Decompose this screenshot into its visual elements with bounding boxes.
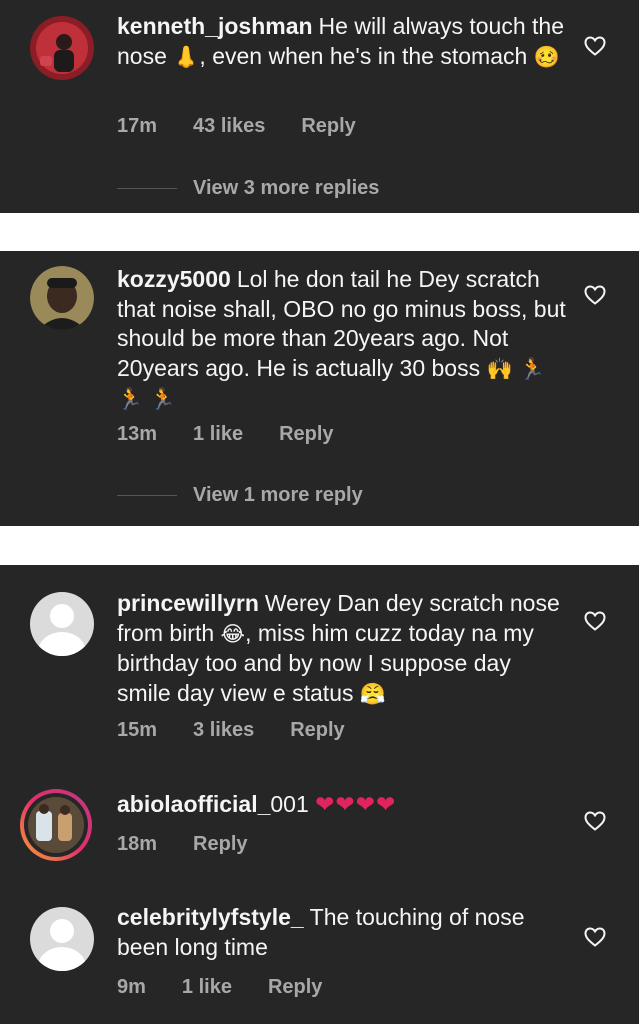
heart-outline-icon[interactable] [583, 34, 607, 58]
reply-button[interactable]: Reply [301, 115, 355, 138]
likes-count[interactable]: 43 likes [193, 115, 265, 138]
likes-count[interactable]: 1 like [193, 423, 243, 446]
comment-meta: 18m Reply [117, 833, 248, 856]
username[interactable]: abiolaofficial_ [117, 791, 270, 817]
reply-button[interactable]: Reply [268, 976, 322, 999]
avatar[interactable] [30, 16, 94, 80]
avatar-head-shape [50, 604, 74, 628]
avatar-story-ring[interactable] [20, 789, 92, 861]
heart-outline-icon[interactable] [583, 609, 607, 633]
comment-body-cont: , even when he's in the stomach [199, 42, 528, 69]
comment-meta: 15m 3 likes Reply [117, 719, 345, 742]
comment-text: kenneth_joshman He will always touch the … [117, 12, 567, 72]
view-more-replies[interactable]: View 3 more replies [117, 177, 379, 200]
avatar-head-shape [50, 919, 74, 943]
steam-nose-emoji-icon: 😤 [359, 681, 387, 706]
comment-meta: 13m 1 like Reply [117, 423, 334, 446]
timestamp: 15m [117, 719, 158, 741]
avatar[interactable] [30, 266, 94, 330]
comment-meta: 9m 1 like Reply [117, 976, 322, 999]
avatar-body-shape [38, 947, 86, 971]
avatar-placeholder[interactable] [30, 592, 94, 656]
comment-panel-2: kozzy5000 Lol he don tail he Dey scratch … [0, 251, 639, 526]
username[interactable]: kozzy5000 [117, 266, 231, 292]
comment-text: kozzy5000 Lol he don tail he Dey scratch … [117, 265, 567, 415]
timestamp: 9m [117, 976, 146, 998]
username[interactable]: celebritylyfstyle_ [117, 904, 304, 930]
view-more-replies[interactable]: View 1 more reply [117, 484, 363, 507]
comment-text: princewillyrn Werey Dan dey scratch nose … [117, 589, 567, 709]
comment-panel-1: kenneth_joshman He will always touch the … [0, 0, 639, 213]
divider [117, 188, 177, 189]
reply-button[interactable]: Reply [290, 719, 344, 742]
avatar-body-shape [38, 632, 86, 656]
laughing-emoji-icon: 😂 [220, 621, 246, 646]
username[interactable]: kenneth_joshman [117, 13, 313, 39]
comment-text: abiolaofficial_001 ❤❤❤❤ [117, 790, 567, 821]
reply-button[interactable]: Reply [193, 833, 247, 856]
comment-body: 001 [270, 791, 309, 817]
timestamp: 17m [117, 115, 158, 137]
red-heart-emoji-icon: ❤❤❤❤ [315, 792, 397, 818]
avatar [24, 793, 88, 857]
username[interactable]: princewillyrn [117, 590, 259, 616]
likes-count[interactable]: 1 like [182, 976, 232, 999]
timestamp: 18m [117, 833, 158, 855]
heart-outline-icon[interactable] [583, 809, 607, 833]
view-more-replies-label: View 3 more replies [193, 177, 380, 199]
heart-outline-icon[interactable] [583, 925, 607, 949]
nose-emoji-icon: 👃 [173, 44, 200, 69]
woozy-emoji-icon: 🥴 [533, 44, 560, 69]
avatar-placeholder[interactable] [30, 907, 94, 971]
comment-text: celebritylyfstyle_ The touching of nose b… [117, 903, 567, 962]
comment-meta: 17m 43 likes Reply [117, 115, 356, 138]
divider [117, 495, 177, 496]
reply-button[interactable]: Reply [279, 423, 333, 446]
view-more-replies-label: View 1 more reply [193, 484, 363, 506]
heart-outline-icon[interactable] [583, 283, 607, 307]
comment-panel-3: princewillyrn Werey Dan dey scratch nose … [0, 565, 639, 1024]
likes-count[interactable]: 3 likes [193, 719, 254, 742]
timestamp: 13m [117, 423, 158, 445]
